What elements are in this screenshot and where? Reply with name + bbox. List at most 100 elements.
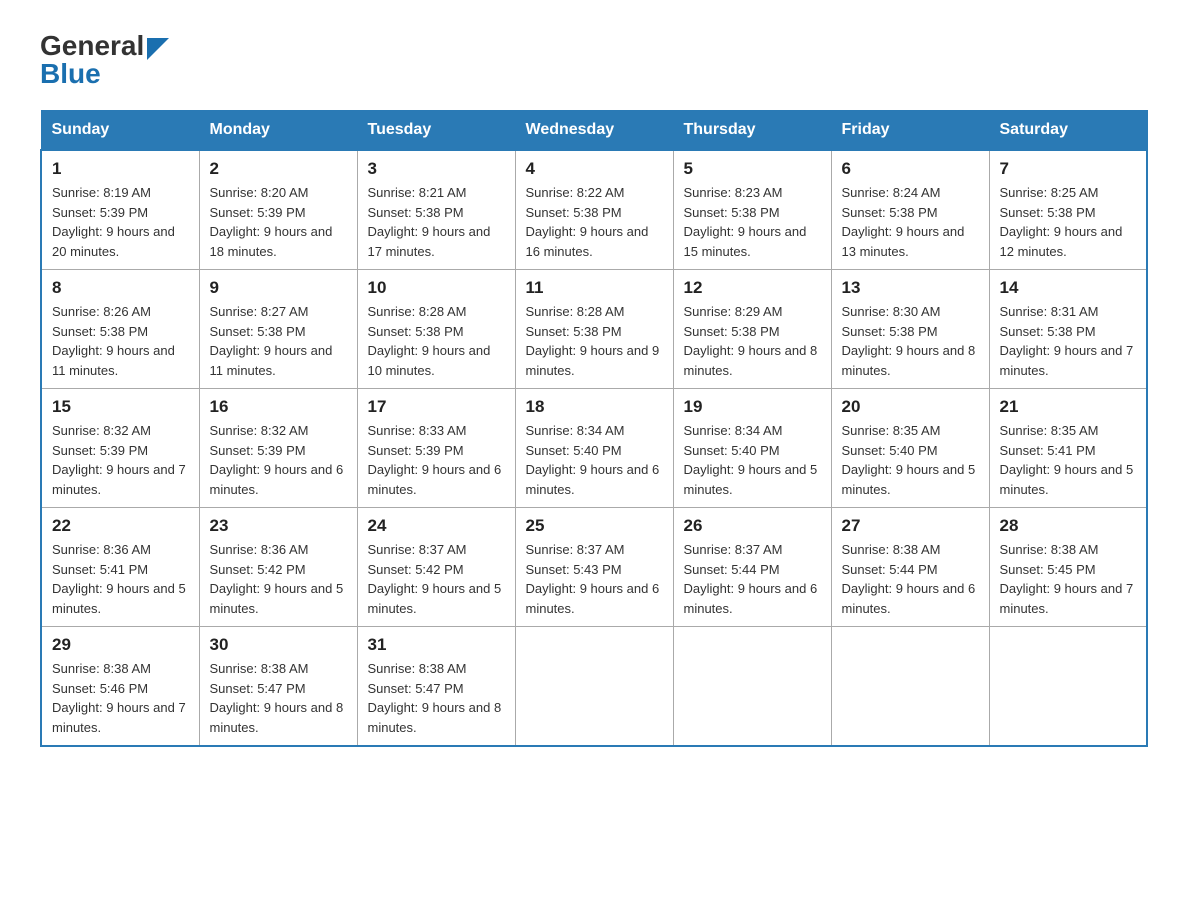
day-number: 3	[368, 159, 505, 179]
day-info: Sunrise: 8:21 AMSunset: 5:38 PMDaylight:…	[368, 183, 505, 261]
calendar-cell: 28 Sunrise: 8:38 AMSunset: 5:45 PMDaylig…	[989, 508, 1147, 627]
day-number: 10	[368, 278, 505, 298]
calendar-cell: 17 Sunrise: 8:33 AMSunset: 5:39 PMDaylig…	[357, 389, 515, 508]
day-info: Sunrise: 8:38 AMSunset: 5:44 PMDaylight:…	[842, 540, 979, 618]
calendar-cell: 12 Sunrise: 8:29 AMSunset: 5:38 PMDaylig…	[673, 270, 831, 389]
day-number: 2	[210, 159, 347, 179]
calendar-cell: 31 Sunrise: 8:38 AMSunset: 5:47 PMDaylig…	[357, 627, 515, 747]
day-number: 29	[52, 635, 189, 655]
day-number: 11	[526, 278, 663, 298]
day-number: 18	[526, 397, 663, 417]
day-number: 31	[368, 635, 505, 655]
header-saturday: Saturday	[989, 111, 1147, 151]
calendar-cell: 11 Sunrise: 8:28 AMSunset: 5:38 PMDaylig…	[515, 270, 673, 389]
calendar-week-row: 15 Sunrise: 8:32 AMSunset: 5:39 PMDaylig…	[41, 389, 1147, 508]
day-info: Sunrise: 8:38 AMSunset: 5:46 PMDaylight:…	[52, 659, 189, 737]
day-number: 27	[842, 516, 979, 536]
calendar-cell: 27 Sunrise: 8:38 AMSunset: 5:44 PMDaylig…	[831, 508, 989, 627]
day-number: 17	[368, 397, 505, 417]
logo-blue: Blue	[40, 58, 101, 90]
day-number: 20	[842, 397, 979, 417]
calendar-week-row: 1 Sunrise: 8:19 AMSunset: 5:39 PMDayligh…	[41, 150, 1147, 270]
day-number: 26	[684, 516, 821, 536]
day-number: 12	[684, 278, 821, 298]
calendar-cell: 3 Sunrise: 8:21 AMSunset: 5:38 PMDayligh…	[357, 150, 515, 270]
day-info: Sunrise: 8:26 AMSunset: 5:38 PMDaylight:…	[52, 302, 189, 380]
calendar-cell: 25 Sunrise: 8:37 AMSunset: 5:43 PMDaylig…	[515, 508, 673, 627]
day-info: Sunrise: 8:33 AMSunset: 5:39 PMDaylight:…	[368, 421, 505, 499]
day-number: 19	[684, 397, 821, 417]
calendar-cell: 4 Sunrise: 8:22 AMSunset: 5:38 PMDayligh…	[515, 150, 673, 270]
calendar-cell: 1 Sunrise: 8:19 AMSunset: 5:39 PMDayligh…	[41, 150, 199, 270]
day-info: Sunrise: 8:35 AMSunset: 5:40 PMDaylight:…	[842, 421, 979, 499]
day-info: Sunrise: 8:32 AMSunset: 5:39 PMDaylight:…	[52, 421, 189, 499]
calendar-cell: 14 Sunrise: 8:31 AMSunset: 5:38 PMDaylig…	[989, 270, 1147, 389]
calendar-cell: 29 Sunrise: 8:38 AMSunset: 5:46 PMDaylig…	[41, 627, 199, 747]
day-number: 1	[52, 159, 189, 179]
day-info: Sunrise: 8:38 AMSunset: 5:47 PMDaylight:…	[368, 659, 505, 737]
header-monday: Monday	[199, 111, 357, 151]
day-number: 23	[210, 516, 347, 536]
day-number: 7	[1000, 159, 1137, 179]
header-friday: Friday	[831, 111, 989, 151]
calendar-cell: 19 Sunrise: 8:34 AMSunset: 5:40 PMDaylig…	[673, 389, 831, 508]
calendar-cell: 7 Sunrise: 8:25 AMSunset: 5:38 PMDayligh…	[989, 150, 1147, 270]
calendar-cell: 10 Sunrise: 8:28 AMSunset: 5:38 PMDaylig…	[357, 270, 515, 389]
calendar-cell: 21 Sunrise: 8:35 AMSunset: 5:41 PMDaylig…	[989, 389, 1147, 508]
calendar-table: SundayMondayTuesdayWednesdayThursdayFrid…	[40, 110, 1148, 747]
calendar-cell	[831, 627, 989, 747]
day-number: 5	[684, 159, 821, 179]
day-info: Sunrise: 8:19 AMSunset: 5:39 PMDaylight:…	[52, 183, 189, 261]
day-info: Sunrise: 8:37 AMSunset: 5:43 PMDaylight:…	[526, 540, 663, 618]
day-info: Sunrise: 8:29 AMSunset: 5:38 PMDaylight:…	[684, 302, 821, 380]
calendar-cell: 23 Sunrise: 8:36 AMSunset: 5:42 PMDaylig…	[199, 508, 357, 627]
calendar-header-row: SundayMondayTuesdayWednesdayThursdayFrid…	[41, 111, 1147, 151]
day-info: Sunrise: 8:34 AMSunset: 5:40 PMDaylight:…	[684, 421, 821, 499]
calendar-cell: 9 Sunrise: 8:27 AMSunset: 5:38 PMDayligh…	[199, 270, 357, 389]
day-number: 14	[1000, 278, 1137, 298]
calendar-cell: 26 Sunrise: 8:37 AMSunset: 5:44 PMDaylig…	[673, 508, 831, 627]
calendar-cell: 13 Sunrise: 8:30 AMSunset: 5:38 PMDaylig…	[831, 270, 989, 389]
header-sunday: Sunday	[41, 111, 199, 151]
day-number: 24	[368, 516, 505, 536]
day-number: 15	[52, 397, 189, 417]
day-info: Sunrise: 8:34 AMSunset: 5:40 PMDaylight:…	[526, 421, 663, 499]
day-info: Sunrise: 8:36 AMSunset: 5:42 PMDaylight:…	[210, 540, 347, 618]
header-thursday: Thursday	[673, 111, 831, 151]
day-number: 16	[210, 397, 347, 417]
calendar-cell: 18 Sunrise: 8:34 AMSunset: 5:40 PMDaylig…	[515, 389, 673, 508]
day-info: Sunrise: 8:20 AMSunset: 5:39 PMDaylight:…	[210, 183, 347, 261]
day-info: Sunrise: 8:30 AMSunset: 5:38 PMDaylight:…	[842, 302, 979, 380]
day-number: 8	[52, 278, 189, 298]
day-info: Sunrise: 8:22 AMSunset: 5:38 PMDaylight:…	[526, 183, 663, 261]
header-tuesday: Tuesday	[357, 111, 515, 151]
day-number: 22	[52, 516, 189, 536]
calendar-cell	[515, 627, 673, 747]
calendar-cell: 22 Sunrise: 8:36 AMSunset: 5:41 PMDaylig…	[41, 508, 199, 627]
day-info: Sunrise: 8:38 AMSunset: 5:45 PMDaylight:…	[1000, 540, 1137, 618]
day-number: 21	[1000, 397, 1137, 417]
header-wednesday: Wednesday	[515, 111, 673, 151]
day-number: 28	[1000, 516, 1137, 536]
calendar-week-row: 29 Sunrise: 8:38 AMSunset: 5:46 PMDaylig…	[41, 627, 1147, 747]
day-number: 9	[210, 278, 347, 298]
calendar-cell: 16 Sunrise: 8:32 AMSunset: 5:39 PMDaylig…	[199, 389, 357, 508]
day-info: Sunrise: 8:36 AMSunset: 5:41 PMDaylight:…	[52, 540, 189, 618]
calendar-cell: 8 Sunrise: 8:26 AMSunset: 5:38 PMDayligh…	[41, 270, 199, 389]
logo: General Blue	[40, 30, 169, 90]
calendar-cell: 15 Sunrise: 8:32 AMSunset: 5:39 PMDaylig…	[41, 389, 199, 508]
day-info: Sunrise: 8:35 AMSunset: 5:41 PMDaylight:…	[1000, 421, 1137, 499]
calendar-cell: 6 Sunrise: 8:24 AMSunset: 5:38 PMDayligh…	[831, 150, 989, 270]
day-number: 25	[526, 516, 663, 536]
calendar-cell: 20 Sunrise: 8:35 AMSunset: 5:40 PMDaylig…	[831, 389, 989, 508]
day-info: Sunrise: 8:38 AMSunset: 5:47 PMDaylight:…	[210, 659, 347, 737]
day-info: Sunrise: 8:31 AMSunset: 5:38 PMDaylight:…	[1000, 302, 1137, 380]
calendar-cell: 24 Sunrise: 8:37 AMSunset: 5:42 PMDaylig…	[357, 508, 515, 627]
logo-triangle-icon	[147, 38, 169, 60]
day-info: Sunrise: 8:28 AMSunset: 5:38 PMDaylight:…	[368, 302, 505, 380]
day-info: Sunrise: 8:37 AMSunset: 5:42 PMDaylight:…	[368, 540, 505, 618]
calendar-cell	[673, 627, 831, 747]
day-info: Sunrise: 8:25 AMSunset: 5:38 PMDaylight:…	[1000, 183, 1137, 261]
day-info: Sunrise: 8:23 AMSunset: 5:38 PMDaylight:…	[684, 183, 821, 261]
day-number: 13	[842, 278, 979, 298]
